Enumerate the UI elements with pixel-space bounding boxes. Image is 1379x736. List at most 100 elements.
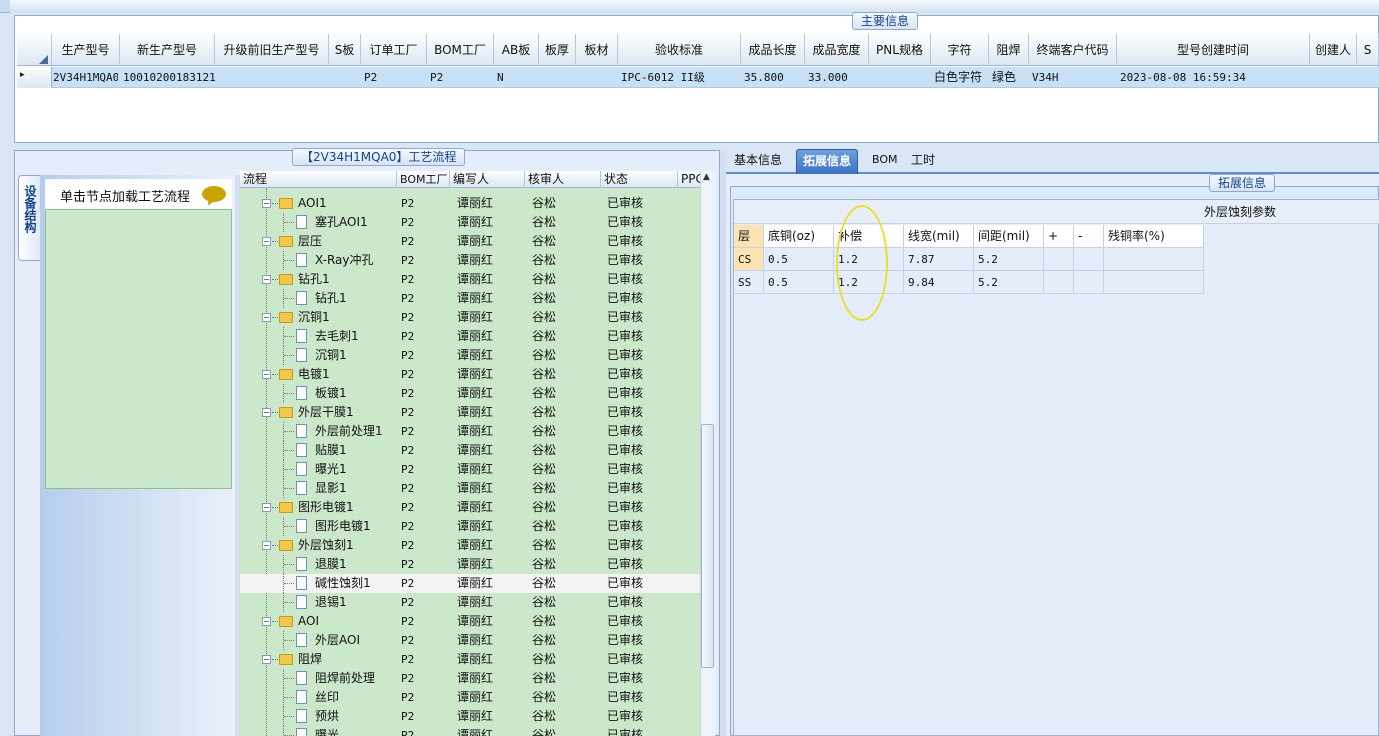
collapse-toggle-icon[interactable]: − bbox=[262, 237, 271, 246]
tree-row[interactable]: 退膜1 P2 谭丽红 谷松 已审核 bbox=[240, 555, 700, 574]
column-header-15[interactable]: 终端客户代码 bbox=[1029, 34, 1117, 66]
tree-row[interactable]: X-Ray冲孔 P2 谭丽红 谷松 已审核 bbox=[240, 251, 700, 270]
collapse-toggle-icon[interactable]: − bbox=[262, 275, 271, 284]
collapse-toggle-icon[interactable]: − bbox=[262, 541, 271, 550]
etch-cell-residual[interactable] bbox=[1104, 248, 1204, 271]
tree-row[interactable]: − 层压 P2 谭丽红 谷松 已审核 bbox=[240, 232, 700, 251]
tab-equipment-structure[interactable]: 设备结构 bbox=[18, 175, 40, 261]
etch-cell-minus[interactable] bbox=[1074, 248, 1104, 271]
etch-cell-residual[interactable] bbox=[1104, 271, 1204, 294]
tree-row[interactable]: 沉铜1 P2 谭丽红 谷松 已审核 bbox=[240, 346, 700, 365]
tab-work-hours[interactable]: 工时 bbox=[905, 149, 941, 174]
cell-0[interactable]: 2V34H1MQA0 bbox=[50, 67, 118, 88]
tree-column-header-3[interactable]: 核审人 bbox=[525, 171, 601, 188]
cell-10[interactable]: 35.800 bbox=[741, 67, 805, 88]
tree-row[interactable]: − AOI P2 谭丽红 谷松 已审核 bbox=[240, 612, 700, 631]
cell-9[interactable]: IPC-6012 II级 bbox=[618, 67, 741, 88]
collapse-toggle-icon[interactable]: − bbox=[262, 408, 271, 417]
tree-row[interactable]: − 沉铜1 P2 谭丽红 谷松 已审核 bbox=[240, 308, 700, 327]
tree-row[interactable]: 显影1 P2 谭丽红 谷松 已审核 bbox=[240, 479, 700, 498]
collapse-toggle-icon[interactable]: − bbox=[262, 313, 271, 322]
column-header-9[interactable]: 验收标准 bbox=[618, 34, 741, 66]
tree-row[interactable]: 碱性蚀刻1 P2 谭丽红 谷松 已审核 bbox=[240, 574, 700, 593]
tab-bom[interactable]: BOM bbox=[866, 149, 904, 174]
column-header-5[interactable]: BOM工厂 bbox=[427, 34, 494, 66]
main-grid-row[interactable]: 2V34H1MQA0 10010200183121 P2 P2 N IPC-6012 II… bbox=[17, 67, 1379, 88]
etch-cell-layer[interactable]: CS bbox=[734, 248, 764, 271]
column-header-10[interactable]: 成品长度 bbox=[741, 34, 805, 66]
cell-13[interactable]: 白色字符 bbox=[931, 67, 989, 88]
cell-14[interactable]: 绿色 bbox=[989, 67, 1029, 88]
etch-cell-base_cu[interactable]: 0.5 bbox=[764, 248, 834, 271]
collapse-toggle-icon[interactable]: − bbox=[262, 503, 271, 512]
tree-row[interactable]: 外层AOI P2 谭丽红 谷松 已审核 bbox=[240, 631, 700, 650]
cell-4[interactable]: P2 bbox=[361, 67, 427, 88]
etch-cell-spacing[interactable]: 5.2 bbox=[974, 271, 1044, 294]
tree-row[interactable]: 预烘 P2 谭丽红 谷松 已审核 bbox=[240, 707, 700, 726]
etch-cell-spacing[interactable]: 5.2 bbox=[974, 248, 1044, 271]
tree-row[interactable]: − 电镀1 P2 谭丽红 谷松 已审核 bbox=[240, 365, 700, 384]
tree-row[interactable]: 曝光 P2 谭丽红 谷松 已审核 bbox=[240, 726, 700, 736]
cell-5[interactable]: P2 bbox=[427, 67, 494, 88]
tree-row[interactable]: − AOI1 P2 谭丽红 谷松 已审核 bbox=[240, 194, 700, 213]
column-header-16[interactable]: 型号创建时间 bbox=[1117, 34, 1310, 66]
column-header-1[interactable]: 新生产型号 bbox=[120, 34, 215, 66]
tree-column-header-4[interactable]: 状态 bbox=[601, 171, 678, 188]
tab-basic-info[interactable]: 基本信息 bbox=[728, 149, 788, 174]
column-header-2[interactable]: 升级前旧生产型号 bbox=[215, 34, 329, 66]
tree-column-header-1[interactable]: BOM工厂 bbox=[397, 171, 450, 188]
column-header-6[interactable]: AB板 bbox=[494, 34, 539, 66]
tree-row[interactable]: 图形电镀1 P2 谭丽红 谷松 已审核 bbox=[240, 517, 700, 536]
collapse-toggle-icon[interactable]: − bbox=[262, 199, 271, 208]
cell-8[interactable] bbox=[576, 67, 618, 88]
tree-row[interactable]: 钻孔1 P2 谭丽红 谷松 已审核 bbox=[240, 289, 700, 308]
tree-row[interactable]: 贴膜1 P2 谭丽红 谷松 已审核 bbox=[240, 441, 700, 460]
column-header-13[interactable]: 字符 bbox=[931, 34, 989, 66]
etch-cell-base_cu[interactable]: 0.5 bbox=[764, 271, 834, 294]
etch-cell-plus[interactable] bbox=[1044, 248, 1074, 271]
cell-2[interactable] bbox=[215, 67, 329, 88]
tree-column-header-0[interactable]: 流程 bbox=[240, 171, 397, 188]
etch-cell-layer[interactable]: SS bbox=[734, 271, 764, 294]
nav-node-panel[interactable] bbox=[45, 179, 232, 489]
tree-row[interactable]: 阻焊前处理 P2 谭丽红 谷松 已审核 bbox=[240, 669, 700, 688]
column-header-3[interactable]: S板 bbox=[329, 34, 361, 66]
column-header-14[interactable]: 阻焊 bbox=[989, 34, 1029, 66]
tree-row[interactable]: 曝光1 P2 谭丽红 谷松 已审核 bbox=[240, 460, 700, 479]
tab-extended-info[interactable]: 拓展信息 bbox=[796, 149, 859, 174]
etch-cell-plus[interactable] bbox=[1044, 271, 1074, 294]
cell-12[interactable] bbox=[869, 67, 931, 88]
column-header-4[interactable]: 订单工厂 bbox=[361, 34, 427, 66]
tree-row[interactable]: − 钻孔1 P2 谭丽红 谷松 已审核 bbox=[240, 270, 700, 289]
collapse-toggle-icon[interactable]: − bbox=[262, 617, 271, 626]
column-header-8[interactable]: 板材 bbox=[576, 34, 618, 66]
collapse-toggle-icon[interactable]: − bbox=[262, 370, 271, 379]
grid-corner[interactable] bbox=[17, 34, 52, 66]
scroll-up-icon[interactable]: ▲ bbox=[703, 172, 710, 182]
tree-row[interactable]: 板镀1 P2 谭丽红 谷松 已审核 bbox=[240, 384, 700, 403]
tree-row[interactable]: − 图形电镀1 P2 谭丽红 谷松 已审核 bbox=[240, 498, 700, 517]
column-header-18[interactable]: S bbox=[1357, 34, 1379, 66]
etch-cell-minus[interactable] bbox=[1074, 271, 1104, 294]
column-header-0[interactable]: 生产型号 bbox=[52, 34, 120, 66]
etch-cell-line_width[interactable]: 9.84 bbox=[904, 271, 974, 294]
cell-18[interactable] bbox=[1357, 67, 1379, 88]
cell-1[interactable]: 10010200183121 bbox=[120, 67, 215, 88]
collapse-toggle-icon[interactable]: − bbox=[262, 655, 271, 664]
tree-row[interactable]: 塞孔AOI1 P2 谭丽红 谷松 已审核 bbox=[240, 213, 700, 232]
tree-row[interactable]: − 阻焊 P2 谭丽红 谷松 已审核 bbox=[240, 650, 700, 669]
column-header-7[interactable]: 板厚 bbox=[539, 34, 576, 66]
tree-scroll-thumb[interactable] bbox=[701, 424, 714, 668]
tree-row[interactable]: 丝印 P2 谭丽红 谷松 已审核 bbox=[240, 688, 700, 707]
tree-row[interactable]: − 外层干膜1 P2 谭丽红 谷松 已审核 bbox=[240, 403, 700, 422]
cell-7[interactable] bbox=[539, 67, 576, 88]
etch-cell-line_width[interactable]: 7.87 bbox=[904, 248, 974, 271]
cell-11[interactable]: 33.000 bbox=[805, 67, 869, 88]
tree-row[interactable]: 退锡1 P2 谭丽红 谷松 已审核 bbox=[240, 593, 700, 612]
tree-row[interactable]: 外层前处理1 P2 谭丽红 谷松 已审核 bbox=[240, 422, 700, 441]
cell-3[interactable] bbox=[329, 67, 361, 88]
column-header-17[interactable]: 创建人 bbox=[1310, 34, 1357, 66]
cell-16[interactable]: 2023-08-08 16:59:34 bbox=[1117, 67, 1310, 88]
row-indicator[interactable]: ▸ bbox=[17, 67, 52, 88]
tree-row[interactable]: 去毛刺1 P2 谭丽红 谷松 已审核 bbox=[240, 327, 700, 346]
